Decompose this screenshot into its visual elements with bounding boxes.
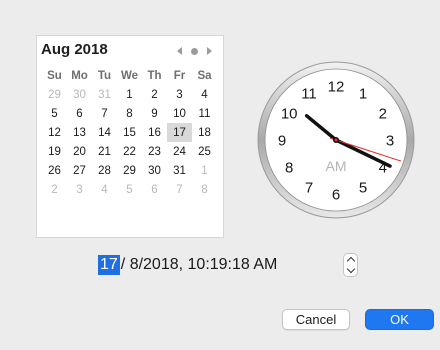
datetime-stepper[interactable] — [343, 253, 358, 277]
calendar-day[interactable]: 28 — [92, 161, 117, 180]
weekday-header: Sa — [197, 69, 212, 82]
clock-number: 10 — [281, 106, 298, 123]
calendar-day[interactable]: 5 — [117, 180, 142, 199]
clock-number: 9 — [278, 133, 286, 150]
analog-clock[interactable]: 12 1234567891011 AM — [256, 60, 416, 220]
calendar-day[interactable]: 8 — [192, 180, 217, 199]
calendar-day[interactable]: 5 — [42, 104, 67, 123]
calendar-day[interactable]: 13 — [67, 123, 92, 142]
previous-month-button[interactable] — [173, 45, 185, 57]
calendar-day[interactable]: 2 — [142, 85, 167, 104]
datetime-field[interactable]: 17 / 8/2018, 10:19:18 AM — [98, 253, 277, 277]
calendar-day[interactable]: 6 — [67, 104, 92, 123]
calendar-day[interactable]: 9 — [142, 104, 167, 123]
calendar-day-selected[interactable]: 17 — [167, 123, 192, 142]
calendar-day[interactable]: 6 — [142, 180, 167, 199]
weekday-header: Tu — [97, 69, 112, 82]
clock-center-cap — [334, 138, 338, 142]
calendar-day[interactable]: 25 — [192, 142, 217, 161]
calendar-day[interactable]: 14 — [92, 123, 117, 142]
chevron-down-icon — [346, 264, 355, 273]
clock-period-label: AM — [326, 158, 347, 174]
ok-button[interactable]: OK — [365, 309, 434, 330]
calendar-day[interactable]: 31 — [92, 85, 117, 104]
calendar-day[interactable]: 30 — [67, 85, 92, 104]
calendar-day[interactable]: 26 — [42, 161, 67, 180]
day-segment[interactable]: 17 — [98, 255, 120, 275]
calendar-day[interactable]: 1 — [192, 161, 217, 180]
today-dot-icon — [190, 47, 198, 55]
calendar-day-grid: Su Mo Tu We Th Fr Sa 29 30 31 1 2 3 4 5 6 7 8 9 10 11 12 13 14 1… — [42, 66, 217, 199]
calendar-day[interactable]: 4 — [92, 180, 117, 199]
calendar-day[interactable]: 24 — [167, 142, 192, 161]
calendar-day[interactable]: 2 — [42, 180, 67, 199]
calendar-day[interactable]: 27 — [67, 161, 92, 180]
calendar-day[interactable]: 7 — [167, 180, 192, 199]
calendar-day[interactable]: 19 — [42, 142, 67, 161]
calendar-day[interactable]: 18 — [192, 123, 217, 142]
month-year-label: Aug 2018 — [41, 41, 108, 58]
calendar-day[interactable]: 29 — [117, 161, 142, 180]
calendar-day[interactable]: 15 — [117, 123, 142, 142]
chevron-left-icon — [176, 47, 182, 55]
calendar-day[interactable]: 12 — [42, 123, 67, 142]
calendar-day[interactable]: 16 — [142, 123, 167, 142]
calendar-day[interactable]: 1 — [117, 85, 142, 104]
weekday-header: Mo — [71, 69, 88, 82]
clock-number: 5 — [359, 179, 367, 196]
cancel-button[interactable]: Cancel — [282, 309, 350, 330]
calendar-day[interactable]: 7 — [92, 104, 117, 123]
weekday-header: Fr — [173, 69, 186, 82]
calendar-day[interactable]: 11 — [192, 104, 217, 123]
calendar-day[interactable]: 10 — [167, 104, 192, 123]
calendar-day[interactable]: 4 — [192, 85, 217, 104]
clock-number: 1 — [359, 86, 367, 103]
calendar-day[interactable]: 22 — [117, 142, 142, 161]
clock-number: 8 — [285, 160, 293, 177]
today-button[interactable] — [188, 45, 200, 57]
month-calendar[interactable]: Aug 2018 Su Mo Tu We Th Fr Sa 29 30 31 1 2 3 4 5 6 7 8 9 10… — [36, 35, 224, 238]
chevron-right-icon — [206, 47, 212, 55]
clock-number: 7 — [305, 179, 313, 196]
clock-number: 11 — [301, 86, 317, 103]
calendar-header: Aug 2018 — [41, 39, 219, 63]
datetime-rest[interactable]: / 8/2018, 10:19:18 AM — [120, 256, 278, 274]
weekday-header: Th — [147, 69, 162, 82]
calendar-day[interactable]: 23 — [142, 142, 167, 161]
calendar-day[interactable]: 3 — [167, 85, 192, 104]
calendar-day[interactable]: 8 — [117, 104, 142, 123]
clock-number: 12 — [328, 79, 345, 96]
clock-number: 3 — [386, 133, 394, 150]
calendar-day[interactable]: 21 — [92, 142, 117, 161]
calendar-day[interactable]: 29 — [42, 85, 67, 104]
calendar-day[interactable]: 30 — [142, 161, 167, 180]
stepper-down-button[interactable] — [344, 264, 357, 276]
next-month-button[interactable] — [203, 45, 215, 57]
weekday-header: Su — [47, 69, 62, 82]
calendar-day[interactable]: 31 — [167, 161, 192, 180]
calendar-day[interactable]: 3 — [67, 180, 92, 199]
calendar-day[interactable]: 20 — [67, 142, 92, 161]
clock-number: 2 — [379, 106, 387, 123]
clock-number: 6 — [332, 187, 340, 204]
weekday-header: We — [120, 69, 139, 82]
